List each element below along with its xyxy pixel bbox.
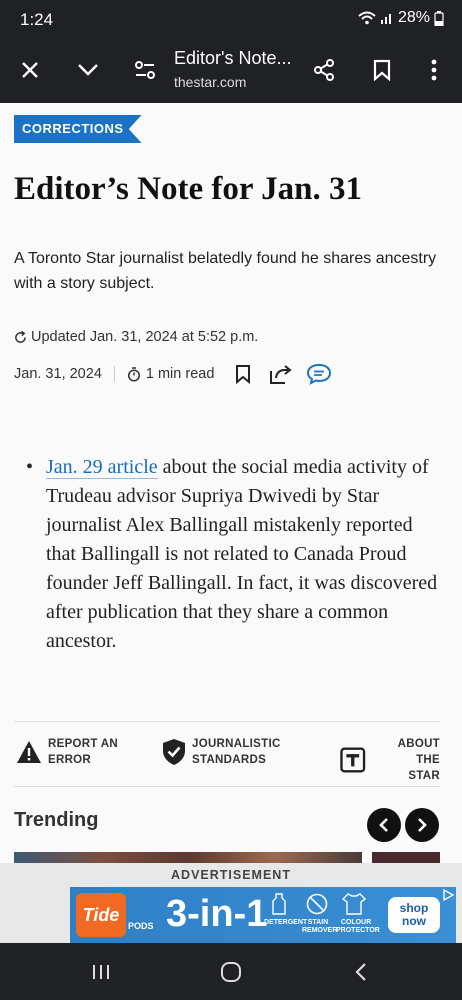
status-bar: 1:24 28% <box>0 0 462 38</box>
stain-remover-icon <box>306 893 328 915</box>
article-actions: REPORT AN ERROR JOURNALISTIC STANDARDS ABO… <box>14 721 440 787</box>
category-badge[interactable]: CORRECTIONS <box>14 115 142 143</box>
close-icon[interactable] <box>12 52 48 88</box>
about-line1: ABOUT THE <box>397 738 440 766</box>
site-settings-icon[interactable] <box>127 52 163 88</box>
page-title: Editor's Note... <box>174 48 292 68</box>
report-line2: ERROR <box>48 754 92 766</box>
feature-text: STAIN <box>307 919 329 926</box>
home-icon[interactable] <box>216 959 246 985</box>
article-page: CORRECTIONS Editor’s Note for Jan. 31 A … <box>0 103 462 863</box>
ad-banner[interactable]: Tide PODS 3-in-1 DETERGENT STAIN REMOVER … <box>70 887 456 943</box>
report-error-button[interactable]: REPORT AN ERROR <box>16 736 118 768</box>
battery-icon <box>434 10 444 26</box>
cta-line2: now <box>402 914 426 928</box>
battery-percent: 28% <box>397 9 430 26</box>
shop-now-button[interactable]: shop now <box>388 897 440 933</box>
advertisement-area: ADVERTISEMENT Tide PODS 3-in-1 DETERGENT… <box>0 863 462 943</box>
about-the-star-button[interactable]: ABOUT THE STAR <box>340 736 440 784</box>
ad-label: ADVERTISEMENT <box>171 868 291 882</box>
recent-apps-icon[interactable] <box>86 959 116 985</box>
ad-choices-icon[interactable] <box>442 889 454 901</box>
ad-headline: 3-in-1 <box>166 893 268 935</box>
status-time: 1:24 <box>20 10 54 29</box>
tide-logo: Tide <box>76 893 126 937</box>
browser-toolbar: Editor's Note... thestar.com <box>0 38 462 103</box>
save-article-icon[interactable] <box>230 361 256 387</box>
journalistic-standards-button[interactable]: JOURNALISTIC STANDARDS <box>162 736 281 768</box>
share-article-icon[interactable] <box>268 361 294 387</box>
star-logo-icon <box>340 747 366 773</box>
ad-brand: Tide <box>82 904 120 925</box>
trending-heading: Trending <box>14 809 99 831</box>
trending-next-button[interactable] <box>405 808 439 842</box>
comments-icon[interactable] <box>306 361 332 387</box>
ad-brand-sub: PODS <box>128 921 154 931</box>
warning-icon <box>17 741 41 763</box>
ad-feature-detergent: DETERGENT <box>264 919 308 927</box>
trending-card-image[interactable] <box>372 852 440 863</box>
standards-line2: STANDARDS <box>192 754 267 766</box>
shield-check-icon <box>163 739 185 765</box>
article-meta: Jan. 31, 2024 1 min read <box>14 361 344 387</box>
feature-text: PROTECTOR <box>336 927 380 934</box>
article-headline: Editor’s Note for Jan. 31 <box>14 171 362 207</box>
signal-icon <box>380 14 391 24</box>
chevron-down-icon[interactable] <box>70 52 106 88</box>
wifi-icon <box>358 11 376 25</box>
article-body: • Jan. 29 article about the social media… <box>26 453 442 656</box>
feature-text: COLOUR <box>340 919 372 926</box>
status-icons: 28% <box>358 9 444 27</box>
standards-line1: JOURNALISTIC <box>192 738 281 750</box>
bullet-marker: • <box>26 456 34 478</box>
updated-text: Updated Jan. 31, 2024 at 5:52 p.m. <box>31 329 259 345</box>
system-nav-bar <box>0 943 462 1000</box>
share-icon[interactable] <box>306 52 342 88</box>
trending-prev-button[interactable] <box>367 808 401 842</box>
report-line1: REPORT AN <box>48 738 118 750</box>
article-link[interactable]: Jan. 29 article <box>46 456 158 479</box>
chevron-right-icon <box>418 818 427 832</box>
page-url: thestar.com <box>174 74 247 90</box>
bookmark-icon[interactable] <box>364 52 400 88</box>
trending-card-image[interactable] <box>14 852 362 863</box>
about-line2: STAR <box>408 770 440 782</box>
publish-date: Jan. 31, 2024 <box>14 366 115 382</box>
ad-feature-colour: COLOUR PROTECTOR <box>336 919 380 935</box>
read-time: 1 min read <box>127 366 215 382</box>
more-options-icon[interactable] <box>416 52 452 88</box>
back-icon[interactable] <box>346 959 376 985</box>
stopwatch-icon <box>127 366 140 382</box>
detergent-bottle-icon <box>272 893 286 915</box>
article-summary: A Toronto Star journalist belatedly foun… <box>14 250 437 292</box>
ad-feature-stain: STAIN REMOVER <box>302 919 338 935</box>
updated-timestamp: Updated Jan. 31, 2024 at 5:52 p.m. <box>14 329 258 345</box>
refresh-icon <box>15 330 26 343</box>
body-text: about the social media activity of Trude… <box>46 456 438 652</box>
read-time-label: 1 min read <box>145 366 215 382</box>
chevron-left-icon <box>379 818 388 832</box>
feature-text: DETERGENT <box>264 919 308 926</box>
feature-text: REMOVER <box>302 927 338 934</box>
colour-protector-icon <box>342 893 366 915</box>
